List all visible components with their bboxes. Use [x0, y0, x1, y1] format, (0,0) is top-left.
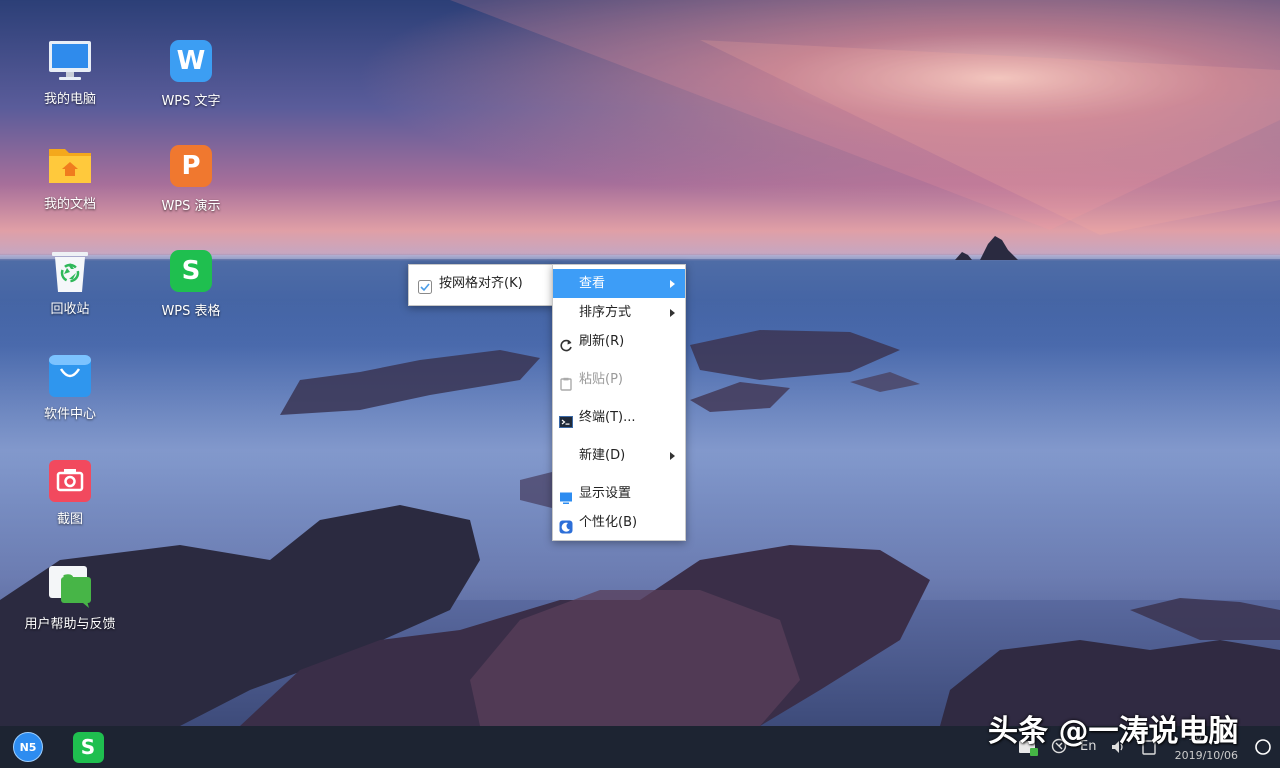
menu-item-align-to-grid[interactable]: 按网格对齐(K) [409, 269, 554, 298]
display-icon [559, 487, 573, 504]
wps-spreadsheet-icon: S [168, 250, 214, 296]
menu-item-label: 新建(D) [579, 448, 626, 463]
menu-item-label: 显示设置 [579, 486, 632, 501]
recycle-bin-icon [47, 248, 93, 294]
desktop-icon-label: 回收站 [50, 302, 90, 317]
watermark-text: 头条 @一涛说电脑 [988, 714, 1239, 749]
menu-item-new[interactable]: 新建(D) [553, 441, 685, 470]
desktop-context-menu: 查看 排序方式 刷新(R) 粘贴(P) 终端(T)... 新建(D) 显示设置 … [552, 264, 686, 541]
desktop-icon-label: 软件中心 [43, 407, 96, 422]
menu-item-label: 刷新(R) [579, 334, 625, 349]
desktop-icon-wps-presentation[interactable]: P WPS 演示 [136, 143, 246, 216]
start-menu-button[interactable]: N5 [12, 731, 44, 763]
folder-home-icon [47, 143, 93, 189]
menu-item-paste[interactable]: 粘贴(P) [553, 365, 685, 394]
menu-item-label: 粘贴(P) [579, 372, 623, 387]
menu-item-label: 按网格对齐(K) [439, 276, 523, 291]
computer-icon [47, 38, 93, 84]
desktop-icon-wps-writer[interactable]: W WPS 文字 [136, 38, 246, 111]
taskbar-wps-spreadsheet-button[interactable]: S [72, 731, 104, 763]
desktop-icon-my-computer[interactable]: 我的电脑 [15, 38, 125, 109]
clock-date[interactable]: 2019/10/06 [1175, 749, 1238, 762]
submenu-arrow-icon [670, 280, 675, 288]
help-feedback-icon: ? [47, 563, 93, 609]
menu-item-label: 个性化(B) [579, 515, 638, 530]
desktop-icon-label: WPS 文字 [161, 94, 221, 109]
desktop-icon-wps-spreadsheet[interactable]: S WPS 表格 [136, 248, 246, 321]
wps-writer-icon: W [168, 40, 214, 86]
desktop-icon-help-feedback[interactable]: ? 用户帮助与反馈 [15, 563, 125, 634]
desktop-icon-label: 截图 [56, 512, 83, 527]
paste-icon [559, 373, 573, 391]
desktop-icon-recycle-bin[interactable]: 回收站 [15, 248, 125, 319]
desktop-icon-my-documents[interactable]: 我的文档 [15, 143, 125, 214]
wps-presentation-icon: P [168, 145, 214, 191]
svg-text:?: ? [62, 572, 75, 597]
start-logo-icon: N5 [13, 732, 43, 762]
terminal-icon [559, 411, 573, 428]
desktop-icon-label: 用户帮助与反馈 [24, 617, 116, 632]
submenu-arrow-icon [670, 452, 675, 460]
software-center-icon [47, 353, 93, 399]
desktop-icon-label: 我的文档 [43, 197, 96, 212]
desktop-icon-label: WPS 表格 [161, 304, 221, 319]
wps-spreadsheet-icon: S [72, 731, 104, 763]
menu-item-personalize[interactable]: 个性化(B) [553, 508, 685, 537]
checkbox-checked-icon[interactable] [418, 276, 432, 294]
show-desktop-icon[interactable] [1254, 738, 1272, 760]
menu-item-refresh[interactable]: 刷新(R) [553, 327, 685, 356]
menu-item-display-settings[interactable]: 显示设置 [553, 479, 685, 508]
desktop-icon-screenshot[interactable]: 截图 [15, 458, 125, 529]
menu-item-label: 终端(T)... [579, 410, 636, 425]
menu-item-terminal[interactable]: 终端(T)... [553, 403, 685, 432]
menu-item-label: 查看 [579, 276, 606, 291]
menu-item-view[interactable]: 查看 [553, 269, 685, 298]
screenshot-icon [47, 458, 93, 504]
menu-item-sort[interactable]: 排序方式 [553, 298, 685, 327]
personalize-icon [559, 516, 573, 534]
submenu-arrow-icon [670, 309, 675, 317]
view-submenu: 按网格对齐(K) [408, 264, 555, 306]
desktop-icon-label: WPS 演示 [161, 199, 221, 214]
desktop-icon-label: 我的电脑 [43, 92, 96, 107]
desktop-icon-software-center[interactable]: 软件中心 [15, 353, 125, 424]
menu-item-label: 排序方式 [579, 305, 632, 320]
refresh-icon [559, 335, 573, 352]
